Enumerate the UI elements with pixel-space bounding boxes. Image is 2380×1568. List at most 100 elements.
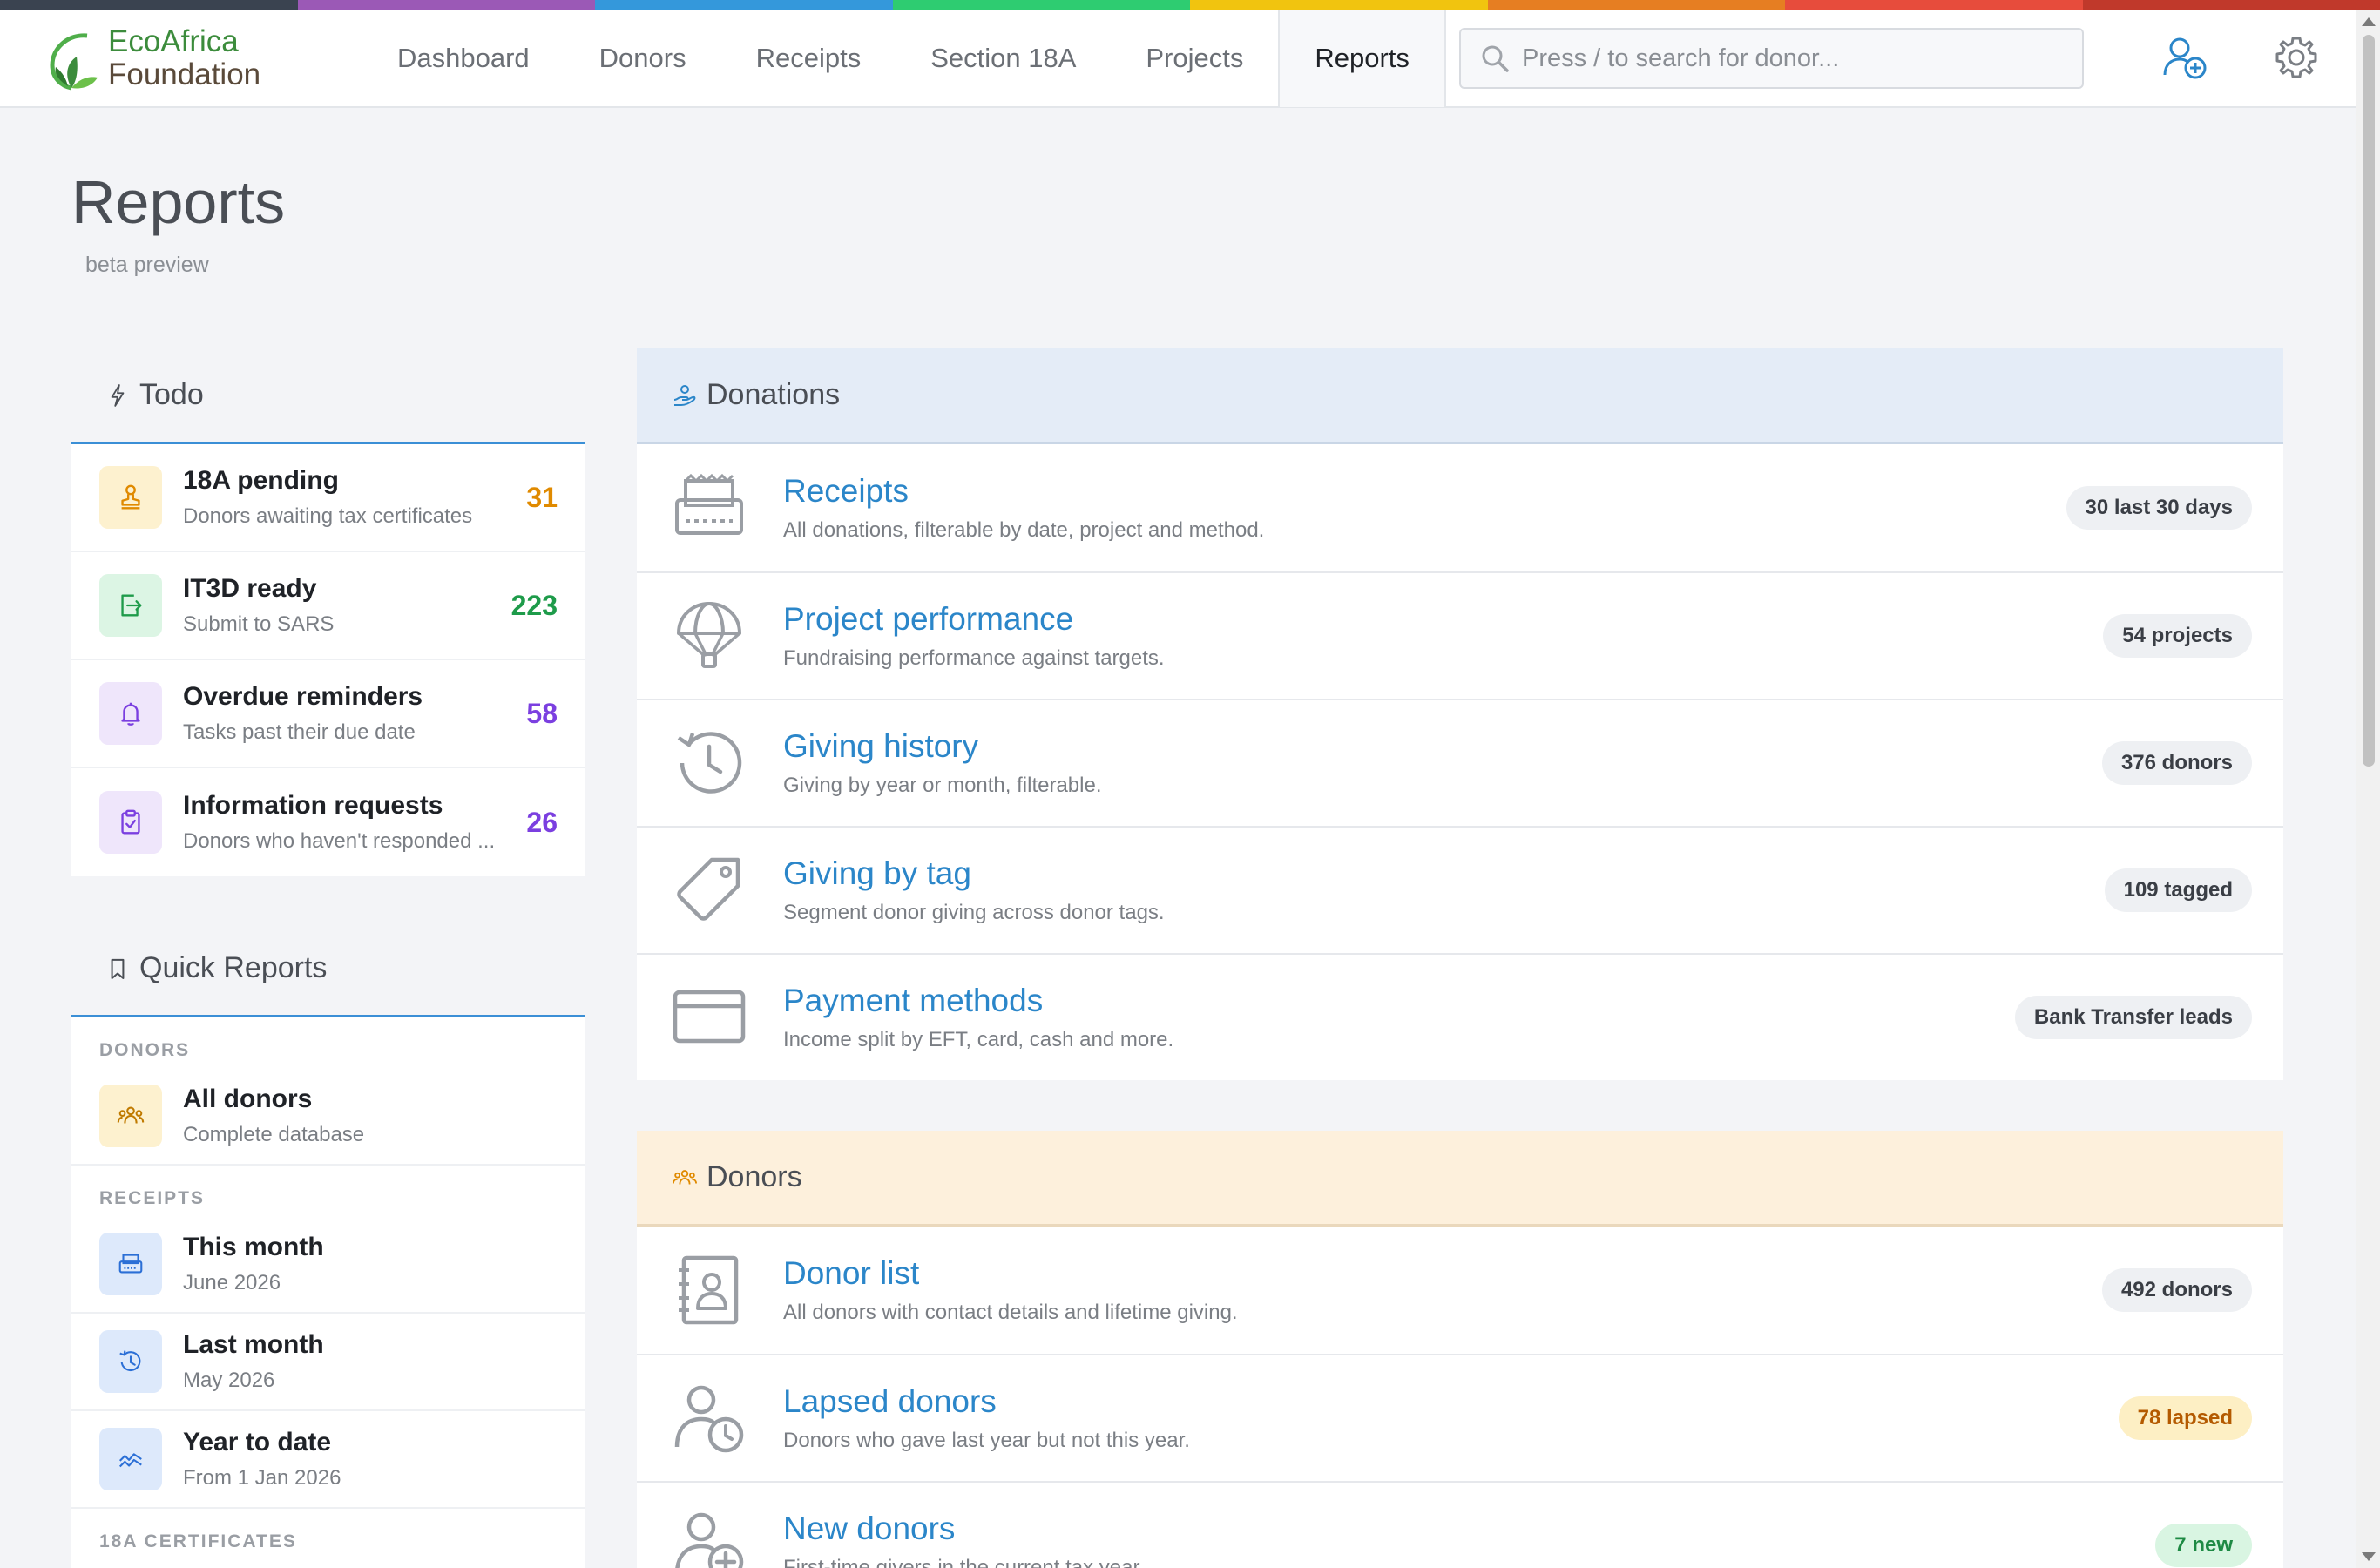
history-icon [119, 1350, 141, 1372]
qr-title: Year to date [183, 1428, 332, 1456]
todo-desc: Submit to SARS [183, 612, 335, 636]
report-row-payment-methods[interactable]: Payment methods Income split by EFT, car… [637, 953, 2283, 1080]
todo-count: 223 [510, 589, 558, 621]
scrollbar-thumb[interactable] [2363, 35, 2375, 767]
quick-reports-panel: Quick Reports DONORS All donors Complete… [71, 922, 585, 1568]
top-header: EcoAfrica Foundation Dashboard Donors Re… [0, 10, 2356, 108]
donors-heading: Donors [707, 1160, 802, 1193]
report-title[interactable]: Lapsed donors [783, 1383, 1190, 1420]
receipt-printer-icon [675, 473, 743, 535]
qr-item-year-to-date[interactable]: Year to date From 1 Jan 2026 [71, 1411, 585, 1509]
gear-icon[interactable] [2272, 33, 2321, 82]
report-desc: Giving by year or month, filterable. [783, 774, 1102, 797]
report-desc: Income split by EFT, card, cash and more… [783, 1028, 1174, 1051]
todo-item-information-requests[interactable]: Information requests Donors who haven't … [71, 768, 585, 876]
report-title[interactable]: Payment methods [783, 983, 1173, 1019]
report-title[interactable]: Giving history [783, 728, 1102, 765]
qr-item-this-month[interactable]: This month June 2026 [71, 1216, 585, 1314]
report-row-giving-by-tag[interactable]: Giving by tag Segment donor giving acros… [637, 826, 2283, 953]
bell-icon [121, 702, 140, 726]
nav-reports[interactable]: Reports [1278, 10, 1446, 107]
qr-icon-wrap [99, 1330, 162, 1393]
main-nav: Dashboard Donors Receipts Section 18A Pr… [362, 10, 1446, 107]
report-badge: 30 last 30 days [2066, 486, 2252, 530]
report-badge-lapsed: 78 lapsed [2118, 1396, 2252, 1440]
todo-title: Information requests [183, 791, 443, 820]
report-title[interactable]: Project performance [783, 601, 1165, 638]
qr-title: Last month [183, 1330, 324, 1359]
report-row-lapsed-donors[interactable]: Lapsed donors Donors who gave last year … [637, 1354, 2283, 1481]
hand-coin-icon [673, 384, 696, 406]
people-icon [117, 1106, 145, 1124]
quick-reports-heading: Quick Reports [139, 951, 328, 984]
todo-desc: Donors who haven't responded ... [183, 829, 496, 853]
report-badge-new: 7 new [2155, 1524, 2252, 1567]
todo-item-overdue-reminders[interactable]: Overdue reminders Tasks past their due d… [71, 660, 585, 768]
report-title[interactable]: Giving by tag [783, 855, 1165, 892]
vertical-scrollbar[interactable] [2356, 10, 2380, 1568]
todo-icon-wrap [99, 791, 162, 854]
qr-icon-wrap [99, 1085, 162, 1147]
stripe-segment [0, 0, 298, 10]
bookmark-icon [111, 958, 125, 979]
todo-item-18a-pending[interactable]: 18A pending Donors awaiting tax certific… [71, 444, 585, 552]
todo-desc: Tasks past their due date [183, 720, 416, 744]
report-title[interactable]: New donors [783, 1511, 1145, 1547]
qr-desc: June 2026 [183, 1271, 281, 1294]
report-row-project-performance[interactable]: Project performance Fundraising performa… [637, 571, 2283, 699]
report-desc: Fundraising performance against targets. [783, 646, 1165, 670]
scroll-down-arrow-icon[interactable] [2362, 1552, 2376, 1561]
todo-icon-wrap [99, 466, 162, 529]
history-icon [677, 732, 742, 794]
qr-item-all-donors[interactable]: All donors Complete database [71, 1068, 585, 1166]
quick-reports-header: Quick Reports [71, 922, 585, 1017]
qr-title: All donors [183, 1085, 313, 1113]
qr-icon-wrap [99, 1428, 162, 1490]
add-donor-icon[interactable] [2160, 33, 2209, 82]
page-title: Reports [71, 168, 286, 236]
report-row-donor-list[interactable]: Donor list All donors with contact detai… [637, 1227, 2283, 1354]
qr-desc: May 2026 [183, 1369, 275, 1392]
todo-desc: Donors awaiting tax certificates [183, 504, 473, 528]
todo-title: IT3D ready [183, 574, 317, 603]
report-row-receipts[interactable]: Receipts All donations, filterable by da… [637, 444, 2283, 571]
report-icon-wrap [672, 980, 747, 1055]
report-title[interactable]: Receipts [783, 473, 1264, 510]
donations-heading: Donations [707, 378, 841, 411]
todo-header: Todo [71, 348, 585, 444]
report-title[interactable]: Donor list [783, 1255, 1238, 1292]
todo-item-it3d-ready[interactable]: IT3D ready Submit to SARS 223 [71, 552, 585, 660]
donations-header: Donations [637, 348, 2283, 444]
stripe-segment [2082, 0, 2380, 10]
qr-section-label: 18A CERTIFICATES [99, 1531, 297, 1551]
todo-icon-wrap [99, 682, 162, 745]
report-desc: First-time givers in the current tax yea… [783, 1556, 1145, 1568]
leaf-logo-icon [50, 33, 98, 91]
tag-icon [677, 857, 740, 921]
logo-line2: Foundation [108, 57, 261, 91]
todo-heading: Todo [139, 378, 204, 411]
logo[interactable]: EcoAfrica Foundation [42, 24, 329, 93]
nav-projects[interactable]: Projects [1111, 10, 1278, 107]
report-row-new-donors[interactable]: New donors First-time givers in the curr… [637, 1481, 2283, 1568]
report-badge: 109 tagged [2104, 868, 2252, 912]
qr-title: This month [183, 1233, 324, 1261]
todo-count: 26 [526, 806, 558, 838]
clipboard-check-icon [121, 809, 140, 835]
search-input[interactable] [1522, 44, 2045, 73]
qr-item-last-month[interactable]: Last month May 2026 [71, 1314, 585, 1411]
nav-donors[interactable]: Donors [565, 10, 721, 107]
nav-dashboard[interactable]: Dashboard [362, 10, 565, 107]
scroll-up-arrow-icon[interactable] [2362, 17, 2376, 26]
nav-receipts[interactable]: Receipts [721, 10, 896, 107]
user-plus-icon [675, 1512, 744, 1568]
nav-section-18a[interactable]: Section 18A [896, 10, 1111, 107]
report-icon-wrap [672, 470, 747, 545]
donors-section: Donors Donor list All donors with contac… [637, 1131, 2283, 1568]
qr-section-label: DONORS [99, 1040, 191, 1060]
report-desc: All donations, filterable by date, proje… [783, 518, 1265, 542]
report-icon-wrap [672, 1253, 747, 1328]
report-row-giving-history[interactable]: Giving history Giving by year or month, … [637, 699, 2283, 826]
stripe-segment [1487, 0, 1785, 10]
donor-search [1459, 28, 2084, 89]
